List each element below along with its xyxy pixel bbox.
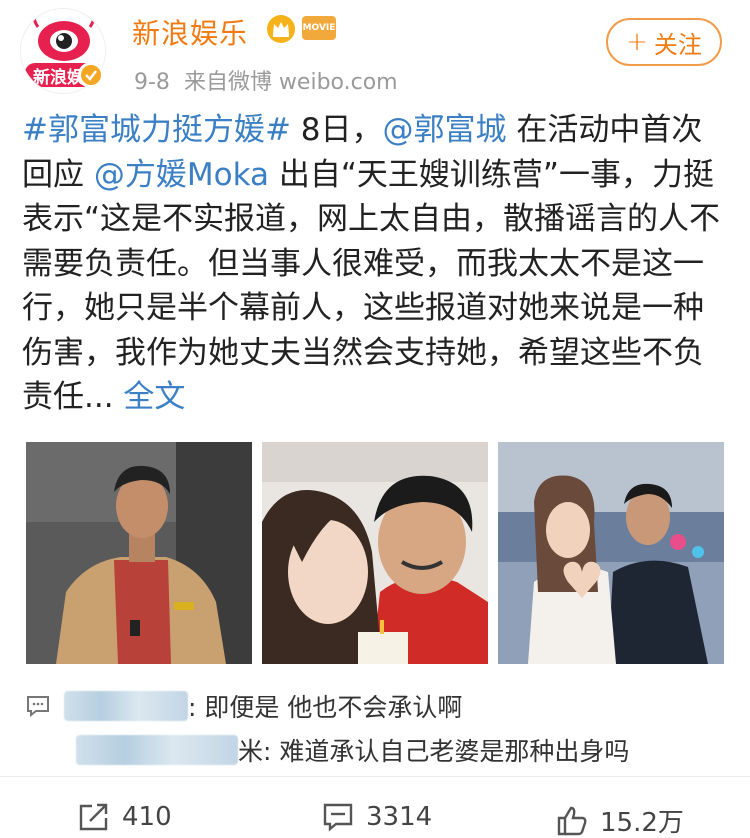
post-photo[interactable] [26, 442, 252, 664]
comment-icon [323, 803, 353, 832]
comment-text: 米: 难道承认自己老婆是那种出身吗 [238, 737, 630, 766]
comment-item[interactable]: 米: 难道承认自己老婆是那种出身吗 [76, 732, 629, 768]
comment-bubble-icon [27, 696, 49, 717]
mention-link[interactable]: @方媛Moka [94, 157, 269, 193]
blurred-username [76, 735, 238, 765]
post-date: 9-8 [134, 70, 170, 95]
post-source: 来自微博 weibo.com [183, 70, 398, 95]
photo-couple-heart-hands [498, 442, 724, 664]
repost-button[interactable]: 410 [78, 802, 172, 832]
movie-badge-label: MOVIE [302, 23, 336, 33]
repost-icon [79, 803, 108, 831]
photo-couple-selfie [262, 442, 488, 664]
blurred-username [64, 691, 188, 721]
mention-link[interactable]: @郭富城 [383, 112, 507, 148]
plus-icon: + [626, 27, 648, 57]
divider [0, 776, 750, 777]
avatar-text: 新浪娱 [33, 68, 84, 88]
post-text: #郭富城力挺方媛# 8日，@郭富城 在活动中首次回应 @方媛Moka 出自“天王… [22, 108, 728, 420]
comment-item[interactable]: : 即便是 他也不会承认啊 [64, 688, 462, 724]
post-photo[interactable] [498, 442, 724, 664]
thumbs-up-icon [557, 806, 587, 835]
like-count: 15.2万 [600, 808, 684, 838]
post-photo[interactable] [262, 442, 488, 664]
follow-label: 关注 [653, 30, 702, 59]
post-text-part: 8日， [290, 112, 383, 148]
hashtag-link[interactable]: #郭富城力挺方媛# [22, 112, 291, 148]
comment-count: 3314 [366, 802, 433, 832]
username[interactable]: 新浪娱乐 [132, 12, 248, 52]
movie-badge: MOVIE [302, 16, 336, 40]
follow-button[interactable]: + 关注 [606, 18, 722, 66]
comment-text: : 即便是 他也不会承认啊 [188, 693, 463, 722]
post-text-part: 出自“天王嫂训练营”一事，力挺表示“这是不实报道，网上太自由，散播谣言的人不需要… [22, 156, 721, 416]
repost-count: 410 [122, 802, 172, 832]
post-meta: 9-8 来自微博 weibo.com [134, 64, 398, 96]
comment-button[interactable]: 3314 [322, 802, 432, 832]
like-button[interactable]: 15.2万 [556, 802, 684, 838]
crown-icon [267, 15, 295, 43]
photo-man-beige-jacket [26, 442, 252, 664]
verified-badge-icon [78, 62, 104, 88]
full-text-link[interactable]: 全文 [114, 379, 185, 415]
